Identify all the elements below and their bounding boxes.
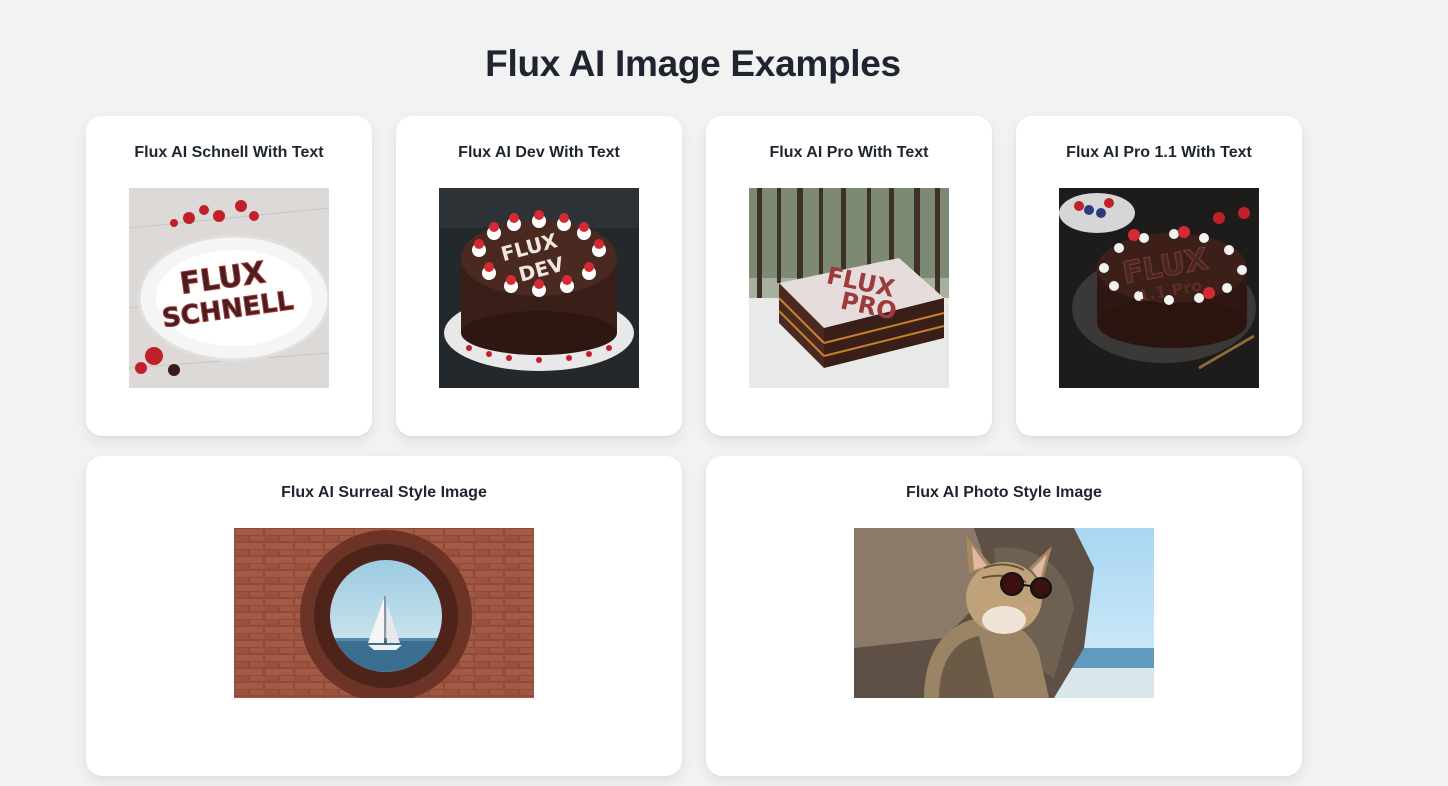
surreal-brick-wall-image	[234, 528, 534, 698]
card-title: Flux AI Dev With Text	[458, 144, 620, 161]
cat-sunglasses-image	[854, 528, 1154, 698]
card-title: Flux AI Surreal Style Image	[281, 484, 487, 501]
page-title: Flux AI Image Examples	[485, 43, 901, 84]
card-title: Flux AI Photo Style Image	[906, 484, 1102, 501]
pro-cake-image: FLUX PRO	[749, 188, 949, 388]
dev-cake-image: FLUX DEV	[439, 188, 639, 388]
card-title: Flux AI Pro With Text	[769, 144, 929, 161]
schnell-cake-image: FLUX SCHNELL	[129, 188, 329, 388]
example-card-photo: Flux AI Photo Style Image	[706, 456, 1302, 776]
card-title: Flux AI Schnell With Text	[134, 144, 324, 161]
example-card-dev: Flux AI Dev With Text FLUX DEV	[396, 116, 682, 436]
card-title: Flux AI Pro 1.1 With Text	[1066, 144, 1252, 161]
example-card-surreal: Flux AI Surreal Style Image	[86, 456, 682, 776]
pro-1-1-cake-image: FLUX 1.1 Pro	[1059, 188, 1259, 388]
example-card-pro-1-1: Flux AI Pro 1.1 With Text FLUX 1.1 Pro	[1016, 116, 1302, 436]
example-card-pro: Flux AI Pro With Text FLUX PRO	[706, 116, 992, 436]
example-card-schnell: Flux AI Schnell With Text FLUX SCHNELL	[86, 116, 372, 436]
